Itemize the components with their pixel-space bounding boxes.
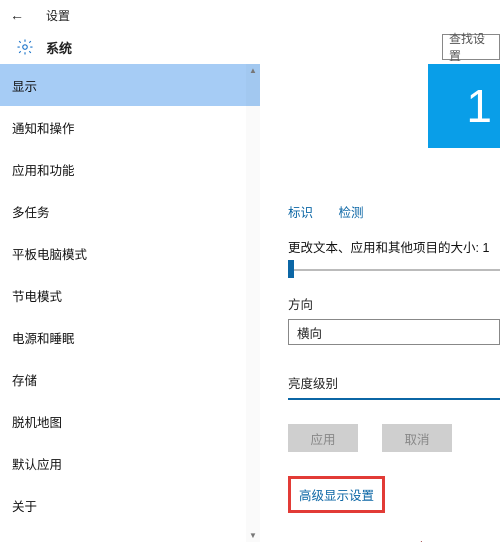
orientation-select[interactable]: 横向 (288, 319, 500, 345)
sidebar: 显示通知和操作应用和功能多任务平板电脑模式节电模式电源和睡眠存储脱机地图默认应用… (0, 64, 260, 542)
window-title: 设置 (46, 7, 70, 24)
apply-button: 应用 (288, 424, 358, 452)
sidebar-item-7[interactable]: 存储 (0, 358, 260, 400)
search-input[interactable]: 查找设置 (442, 34, 500, 60)
sidebar-scrollbar[interactable]: ▲ ▼ (246, 64, 260, 542)
brightness-slider[interactable] (288, 398, 500, 400)
sidebar-item-6[interactable]: 电源和睡眠 (0, 316, 260, 358)
section-title: 系统 (46, 38, 72, 57)
sidebar-item-0[interactable]: 显示 (0, 64, 260, 106)
identify-link[interactable]: 标识 (288, 206, 313, 220)
monitor-tile[interactable]: 1 (428, 64, 500, 148)
orientation-value: 横向 (297, 323, 322, 342)
main-pane: 1 标识 检测 更改文本、应用和其他项目的大小: 1 方向 横向 亮度级别 应用… (260, 64, 500, 542)
sidebar-item-4[interactable]: 平板电脑模式 (0, 232, 260, 274)
scroll-up-icon[interactable]: ▲ (249, 64, 257, 77)
sidebar-item-8[interactable]: 脱机地图 (0, 400, 260, 442)
cancel-button: 取消 (382, 424, 452, 452)
back-button[interactable]: ← (6, 7, 28, 23)
detect-link[interactable]: 检测 (339, 206, 364, 220)
brightness-label: 亮度级别 (288, 373, 500, 392)
sidebar-item-1[interactable]: 通知和操作 (0, 106, 260, 148)
monitor-number: 1 (466, 79, 492, 133)
sidebar-item-9[interactable]: 默认应用 (0, 442, 260, 484)
advanced-display-highlight: 高级显示设置 (288, 476, 385, 513)
scroll-down-icon[interactable]: ▼ (249, 529, 257, 542)
sidebar-item-10[interactable]: 关于 (0, 484, 260, 526)
sidebar-item-3[interactable]: 多任务 (0, 190, 260, 232)
advanced-display-link[interactable]: 高级显示设置 (299, 489, 374, 503)
sidebar-item-2[interactable]: 应用和功能 (0, 148, 260, 190)
orientation-label: 方向 (288, 294, 500, 313)
scale-label: 更改文本、应用和其他项目的大小: 1 (288, 237, 500, 256)
scale-slider[interactable] (288, 264, 500, 274)
gear-icon (16, 38, 34, 56)
sidebar-item-5[interactable]: 节电模式 (0, 274, 260, 316)
